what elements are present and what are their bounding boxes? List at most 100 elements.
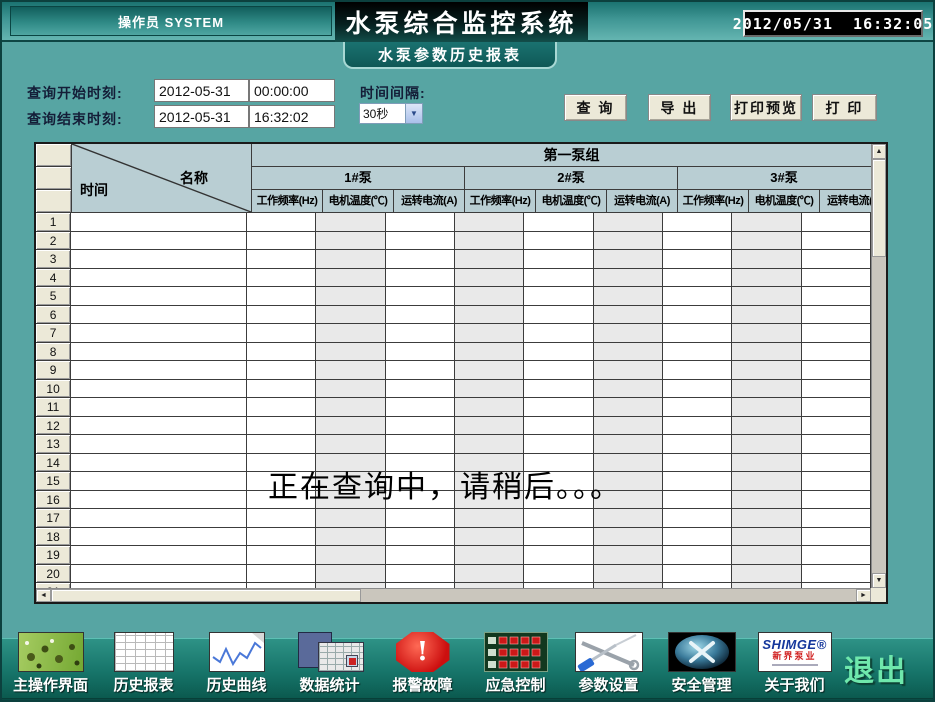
parameter-settings-icon bbox=[575, 631, 643, 673]
data-cell bbox=[455, 528, 524, 547]
table-header: 时间 名称 第一泵组 1#泵2#泵3#泵 工作频率(Hz)电机温度(℃)运转电流… bbox=[36, 144, 871, 213]
data-cell bbox=[732, 491, 801, 510]
data-cell bbox=[386, 528, 455, 547]
scroll-left-icon[interactable]: ◄ bbox=[36, 589, 51, 602]
vertical-scroll-thumb[interactable] bbox=[872, 159, 886, 257]
end-time-label: 查询结束时刻: bbox=[27, 109, 123, 129]
data-cell bbox=[316, 398, 385, 417]
data-cell bbox=[247, 380, 316, 399]
time-cell bbox=[71, 417, 247, 436]
corner-name-label: 名称 bbox=[180, 168, 208, 188]
row-number: 6 bbox=[36, 306, 71, 325]
time-cell bbox=[71, 565, 247, 584]
data-cell bbox=[386, 398, 455, 417]
toolbar-item-history-curve[interactable]: 历史曲线 bbox=[190, 631, 283, 698]
data-cell bbox=[455, 380, 524, 399]
row-number: 4 bbox=[36, 269, 71, 288]
start-time-input[interactable] bbox=[249, 79, 335, 102]
data-cell bbox=[802, 417, 871, 436]
data-cell bbox=[455, 398, 524, 417]
toolbar-item-security-management[interactable]: 安全管理 bbox=[655, 631, 748, 698]
data-cell bbox=[663, 454, 732, 473]
data-cell bbox=[802, 306, 871, 325]
table-row: 2 bbox=[36, 232, 871, 251]
operator-label: 操作员 SYSTEM bbox=[118, 12, 224, 31]
dropdown-arrow-icon[interactable]: ▼ bbox=[405, 104, 422, 123]
security-management-icon bbox=[668, 631, 736, 673]
toolbar-item-main-screen[interactable]: 主操作界面 bbox=[4, 631, 97, 698]
alarm-fault-icon: ! bbox=[396, 631, 450, 673]
data-cell bbox=[386, 565, 455, 584]
export-button[interactable]: 导 出 bbox=[648, 94, 711, 121]
end-date-input[interactable] bbox=[154, 105, 249, 128]
column-header-pump2-2: 运转电流(A) bbox=[607, 190, 678, 213]
interval-select[interactable]: 30秒 ▼ bbox=[359, 103, 423, 124]
scroll-down-icon[interactable]: ▼ bbox=[872, 573, 886, 588]
data-cell bbox=[247, 232, 316, 251]
table-row: 6 bbox=[36, 306, 871, 325]
table-row: 4 bbox=[36, 269, 871, 288]
toolbar-item-history-report[interactable]: 历史报表 bbox=[97, 631, 190, 698]
data-cell bbox=[802, 324, 871, 343]
data-cell bbox=[732, 232, 801, 251]
data-cell bbox=[594, 269, 663, 288]
toolbar-item-about-us[interactable]: SHIMGE® 新界泵业 关于我们 bbox=[748, 631, 841, 698]
data-cell bbox=[663, 306, 732, 325]
table-row: 17 bbox=[36, 509, 871, 528]
row-number: 1 bbox=[36, 213, 71, 232]
data-cell bbox=[594, 380, 663, 399]
data-cell bbox=[594, 324, 663, 343]
data-cell bbox=[802, 454, 871, 473]
data-cell bbox=[386, 417, 455, 436]
data-cell bbox=[732, 306, 801, 325]
start-date-input[interactable] bbox=[154, 79, 249, 102]
data-cell bbox=[316, 565, 385, 584]
row-number: 13 bbox=[36, 435, 71, 454]
data-cell bbox=[316, 528, 385, 547]
toolbar-item-parameter-settings[interactable]: 参数设置 bbox=[562, 631, 655, 698]
toolbar-item-alarm-fault[interactable]: ! 报警故障 bbox=[376, 631, 469, 698]
data-cell bbox=[455, 546, 524, 565]
exit-button[interactable]: 退出 bbox=[841, 646, 911, 698]
row-number: 9 bbox=[36, 361, 71, 380]
data-cell bbox=[524, 306, 593, 325]
end-time-input[interactable] bbox=[249, 105, 335, 128]
data-cell bbox=[663, 472, 732, 491]
horizontal-scroll-thumb[interactable] bbox=[51, 589, 361, 602]
data-cell bbox=[316, 269, 385, 288]
print-button[interactable]: 打 印 bbox=[812, 94, 877, 121]
toolbar-label: 数据统计 bbox=[299, 674, 359, 695]
data-cell bbox=[524, 324, 593, 343]
data-cell bbox=[524, 435, 593, 454]
scroll-up-icon[interactable]: ▲ bbox=[872, 144, 886, 159]
data-cell bbox=[802, 565, 871, 584]
time-cell bbox=[71, 361, 247, 380]
row-number: 5 bbox=[36, 287, 71, 306]
row-number: 19 bbox=[36, 546, 71, 565]
scroll-right-icon[interactable]: ► bbox=[856, 589, 871, 602]
data-cell bbox=[455, 435, 524, 454]
print-preview-button[interactable]: 打印预览 bbox=[730, 94, 802, 121]
row-number: 17 bbox=[36, 509, 71, 528]
toolbar-item-data-statistics[interactable]: 数据统计 bbox=[283, 631, 376, 698]
data-cell bbox=[594, 250, 663, 269]
data-cell bbox=[316, 306, 385, 325]
data-cell bbox=[386, 213, 455, 232]
exit-label: 退出 bbox=[844, 646, 908, 690]
data-cell bbox=[316, 287, 385, 306]
vertical-scrollbar[interactable]: ▲ ▼ bbox=[871, 144, 886, 588]
horizontal-scrollbar[interactable]: ◄ ► bbox=[36, 588, 871, 602]
table-row: 12 bbox=[36, 417, 871, 436]
data-cell bbox=[455, 250, 524, 269]
app-window: 操作员 SYSTEM 水泵综合监控系统 2012/05/31 16:32:05 … bbox=[0, 0, 935, 702]
row-number: 12 bbox=[36, 417, 71, 436]
time-cell bbox=[71, 472, 247, 491]
data-statistics-icon bbox=[296, 631, 364, 673]
datetime-text: 2012/05/31 16:32:05 bbox=[733, 15, 934, 33]
time-cell bbox=[71, 546, 247, 565]
toolbar-item-emergency-control[interactable]: 应急控制 bbox=[469, 631, 562, 698]
top-header-band: 操作员 SYSTEM 水泵综合监控系统 2012/05/31 16:32:05 bbox=[2, 2, 933, 42]
data-cell bbox=[386, 306, 455, 325]
data-cell bbox=[732, 269, 801, 288]
query-button[interactable]: 查 询 bbox=[564, 94, 627, 121]
